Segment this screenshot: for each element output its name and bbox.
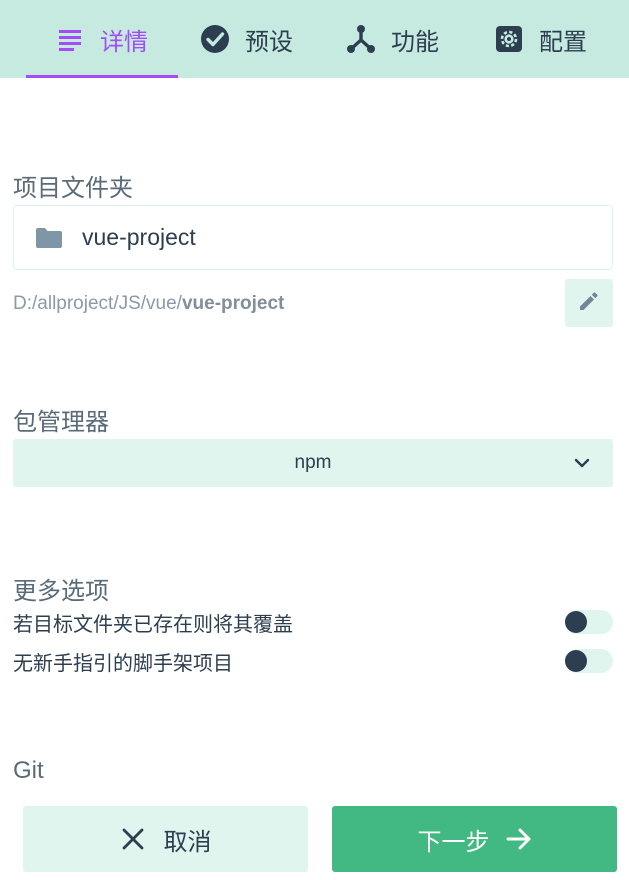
no-guide-toggle[interactable] <box>565 649 613 673</box>
toggle-knob <box>565 611 587 633</box>
project-path: D:/allproject/JS/vue/vue-project <box>13 290 284 318</box>
overwrite-toggle[interactable] <box>565 610 613 634</box>
project-path-name: vue-project <box>181 293 285 314</box>
project-folder-label: 项目文件夹 <box>13 175 133 202</box>
check-circle-icon <box>199 23 231 55</box>
tab-label: 功能 <box>391 28 439 56</box>
tab-label: 配置 <box>539 28 587 56</box>
next-label: 下一步 <box>417 828 490 856</box>
package-manager-value: npm <box>294 452 332 473</box>
tab-features[interactable]: 功能 <box>345 0 439 78</box>
option-no-guide: 无新手指引的脚手架项目 <box>13 646 613 676</box>
more-options-label: 更多选项 <box>13 578 109 605</box>
pencil-icon <box>578 290 600 317</box>
arrow-right-icon <box>506 826 532 852</box>
close-icon <box>120 826 146 852</box>
tab-config[interactable]: 配置 <box>493 0 587 78</box>
toggle-knob <box>565 650 587 672</box>
folder-icon <box>36 226 66 250</box>
option-overwrite: 若目标文件夹已存在则将其覆盖 <box>13 607 613 637</box>
fork-icon <box>345 23 377 55</box>
gear-icon <box>493 23 525 55</box>
project-folder-value: vue-project <box>82 224 196 250</box>
edit-path-button[interactable] <box>565 279 613 327</box>
git-label: Git <box>13 757 44 784</box>
next-button[interactable]: 下一步 <box>332 806 617 872</box>
option-label: 若目标文件夹已存在则将其覆盖 <box>13 613 293 636</box>
package-manager-label: 包管理器 <box>13 409 109 436</box>
tab-bar: 详情 预设 功能 配置 <box>0 0 629 78</box>
project-folder-input[interactable]: vue-project <box>13 205 613 270</box>
list-icon <box>54 23 86 55</box>
chevron-down-icon <box>573 454 591 472</box>
package-manager-select[interactable]: npm <box>13 439 613 487</box>
tab-label: 预设 <box>245 28 293 56</box>
project-path-prefix: D:/allproject/JS/vue/ <box>13 293 182 314</box>
tab-label: 详情 <box>100 28 148 56</box>
option-label: 无新手指引的脚手架项目 <box>13 652 233 675</box>
cancel-button[interactable]: 取消 <box>23 806 308 872</box>
cancel-label: 取消 <box>163 828 212 856</box>
tab-details[interactable]: 详情 <box>26 0 178 78</box>
tab-presets[interactable]: 预设 <box>199 0 293 78</box>
